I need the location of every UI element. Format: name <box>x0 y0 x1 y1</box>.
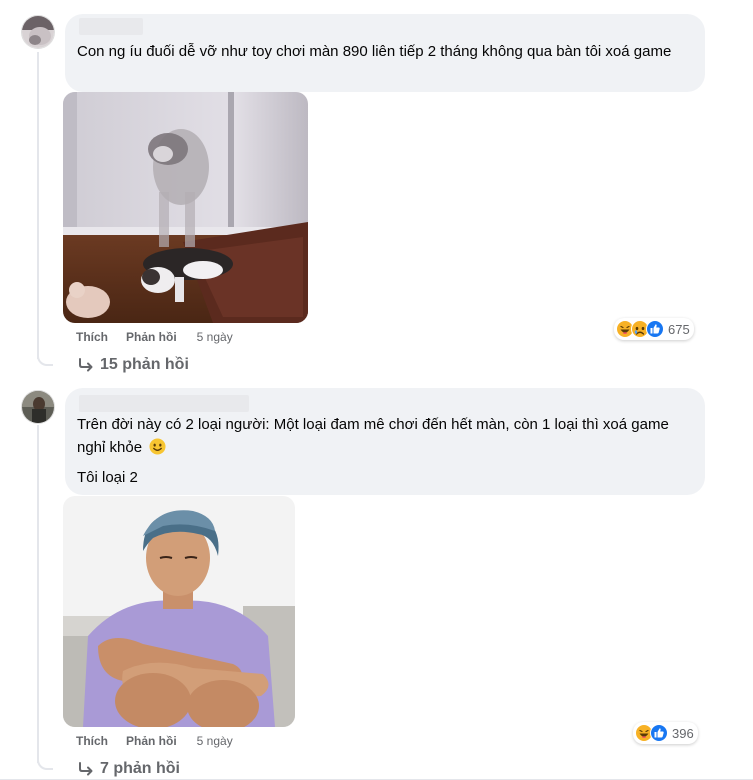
comment-bubble: Con ng íu đuối dễ vỡ như toy chơi màn 89… <box>65 14 705 92</box>
thread-line <box>37 425 39 763</box>
timestamp[interactable]: 5 ngày <box>197 734 233 748</box>
reply-button[interactable]: Phản hồi <box>126 734 177 748</box>
reply-connector <box>37 348 53 366</box>
avatar[interactable] <box>21 15 55 49</box>
author-name-redacted[interactable] <box>79 18 143 35</box>
comment-actions: Thích Phản hồi 5 ngày <box>76 330 233 344</box>
comment-text: Con ng íu đuối dễ vỡ như toy chơi màn 89… <box>77 43 672 60</box>
comment-text: Trên đời này có 2 loại người: Một loại đ… <box>77 413 693 489</box>
reaction-summary[interactable]: 675 <box>614 318 694 340</box>
cat-meme-image[interactable] <box>63 92 308 323</box>
like-icon <box>650 724 668 742</box>
comment-actions: Thích Phản hồi 5 ngày <box>76 734 233 748</box>
thread-line <box>37 52 39 359</box>
avatar[interactable] <box>21 390 55 424</box>
replies-count-label: 7 phản hồi <box>100 760 180 777</box>
replies-count-label: 15 phản hồi <box>100 356 189 373</box>
reaction-count: 675 <box>668 321 690 337</box>
reply-arrow-icon <box>79 358 93 372</box>
reply-arrow-icon <box>79 762 93 776</box>
author-name-redacted[interactable] <box>79 395 249 412</box>
reply-button[interactable]: Phản hồi <box>126 330 177 344</box>
view-replies-button[interactable]: 7 phản hồi <box>78 760 180 778</box>
like-icon <box>646 320 664 338</box>
comment-bubble: Trên đời này có 2 loại người: Một loại đ… <box>65 388 705 495</box>
reaction-summary[interactable]: 396 <box>633 722 698 744</box>
reply-connector <box>37 752 53 770</box>
like-button[interactable]: Thích <box>76 330 108 344</box>
comment-line-2: Tôi loại 2 <box>77 469 138 486</box>
like-button[interactable]: Thích <box>76 734 108 748</box>
view-replies-button[interactable]: 15 phản hồi <box>78 356 189 374</box>
reaction-count: 396 <box>672 725 694 741</box>
timestamp[interactable]: 5 ngày <box>197 330 233 344</box>
sad-man-image[interactable] <box>63 496 295 727</box>
smile-emoji-icon <box>149 438 166 455</box>
